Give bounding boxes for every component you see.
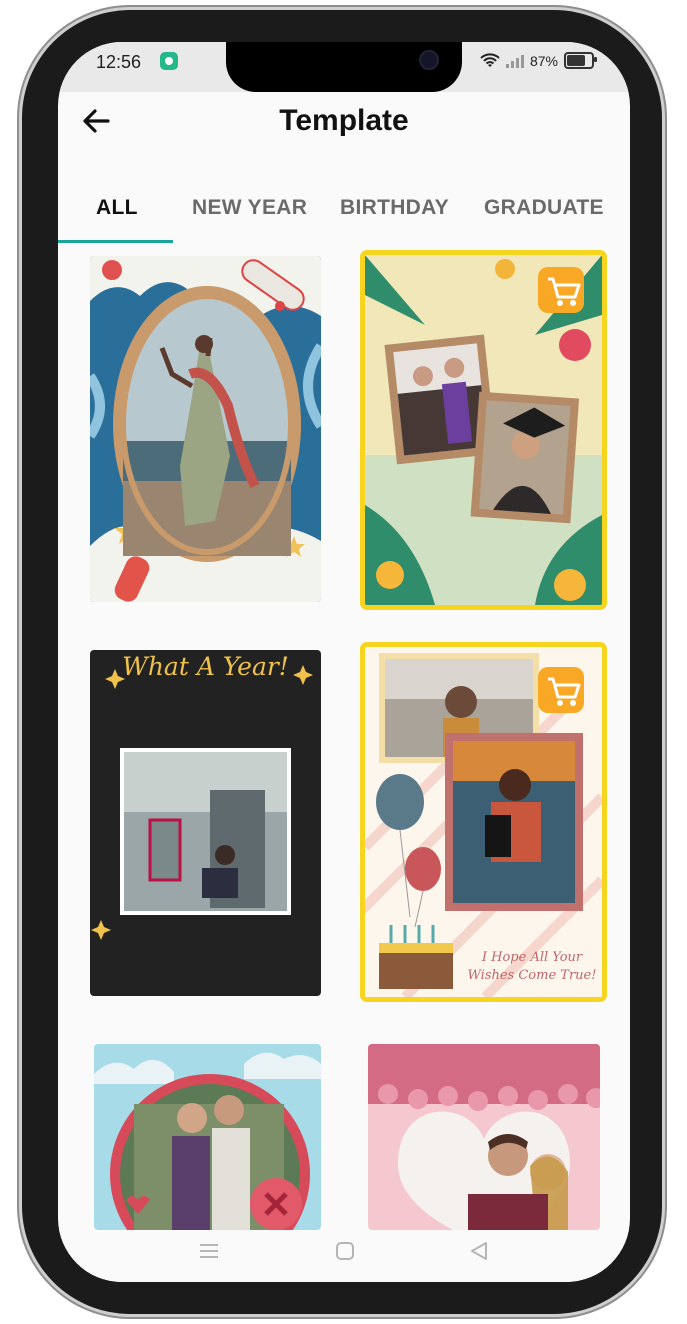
beach-template-image (90, 256, 321, 602)
recent-apps-icon[interactable] (198, 1240, 220, 1262)
home-icon[interactable] (334, 1240, 356, 1262)
notch (226, 42, 462, 92)
tab-all[interactable]: ALL (96, 196, 138, 220)
template-card-birthday[interactable]: I Hope All Your Wishes Come True! (360, 642, 607, 1002)
graduation-template-image (365, 255, 602, 605)
template-card-heart-couple[interactable] (368, 1044, 600, 1230)
active-tab-indicator (58, 240, 173, 243)
status-icons: 87% (480, 52, 597, 69)
couple-round-template-image (94, 1044, 321, 1230)
system-nav-bar (58, 1230, 630, 1282)
signal-icon (505, 54, 524, 68)
battery-icon (564, 52, 597, 69)
page-title: Template (279, 104, 409, 137)
what-a-year-text: What A Year! (122, 652, 289, 681)
category-tabs: ALL NEW YEAR BIRTHDAY GRADUATE (58, 182, 630, 242)
camera-icon (419, 50, 439, 70)
birthday-wish-text: I Hope All Your Wishes Come True! (463, 949, 601, 985)
what-a-year-template-image (90, 650, 321, 996)
status-time: 12:56 (96, 52, 142, 72)
birthday-wish-line2: Wishes Come True! (467, 968, 597, 983)
status-bar: 12:56 87% (58, 42, 630, 92)
template-card-what-a-year[interactable]: What A Year! (90, 650, 321, 996)
template-card-beach[interactable] (90, 256, 321, 602)
premium-cart-icon-2 (538, 667, 584, 713)
template-card-couple-round[interactable] (94, 1044, 321, 1230)
heart-couple-template-image (368, 1044, 600, 1230)
template-card-graduation[interactable] (360, 250, 607, 610)
battery-percent: 87% (529, 52, 558, 69)
birthday-template-image (365, 647, 602, 997)
back-nav-icon[interactable] (468, 1240, 490, 1262)
premium-cart-icon (538, 267, 584, 313)
tab-graduate[interactable]: GRADUATE (484, 196, 604, 220)
wifi-icon (480, 52, 500, 67)
tab-new-year[interactable]: NEW YEAR (192, 196, 307, 220)
app-notification-icon (160, 52, 178, 70)
screen: 12:56 87% Template ALL NEW YEAR BIRTHDAY… (58, 42, 630, 1282)
tab-birthday[interactable]: BIRTHDAY (340, 196, 449, 220)
birthday-wish-line1: I Hope All Your (481, 950, 583, 965)
